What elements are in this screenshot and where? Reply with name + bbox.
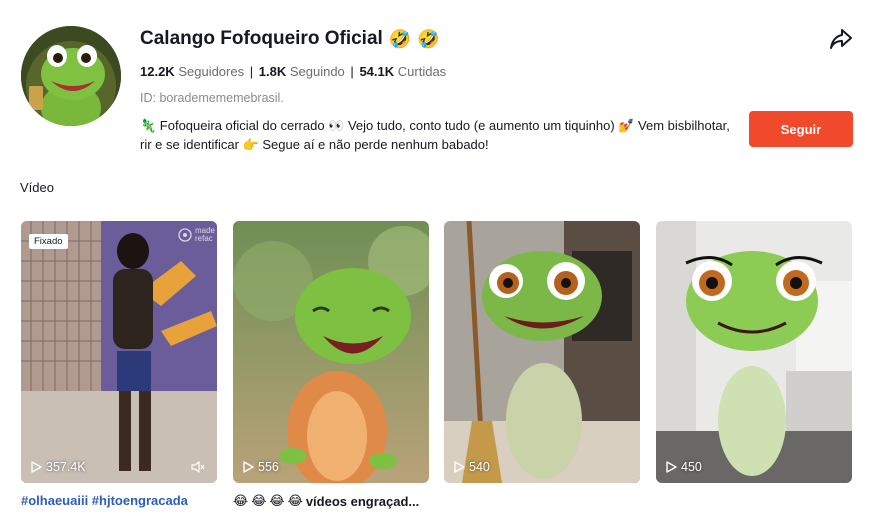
video-thumbnail [21,221,217,483]
rofl-emoji-icon: 🤣 [388,29,412,49]
view-count-text: 540 [469,460,490,474]
video-thumbnail [233,221,429,483]
view-count: 450 [666,460,702,474]
view-count-text: 556 [258,460,279,474]
profile-avatar[interactable] [21,26,121,126]
video-thumbnail [656,221,852,483]
followers-count[interactable]: 12.2K [140,64,175,79]
laughing-emoji-icon: 😂 [287,493,303,508]
view-count: 357.4K [31,460,86,474]
video-thumbnail [444,221,640,483]
profile-display-name: Calango Fofoqueiro Oficial 🤣 🤣 [140,28,440,50]
view-count-text: 357.4K [46,460,86,474]
profile-stats: 12.2K Seguidores | 1.8K Seguindo | 54.1K… [140,64,446,79]
watermark: made refac [178,227,215,243]
watermark-logo-icon [178,228,192,242]
laughing-emoji-icon: 😂 [269,493,285,508]
video-caption-1[interactable]: #olhaeuaiii #hjtoengracada [21,493,188,508]
followers-label[interactable]: Seguidores [178,64,244,79]
section-title-video[interactable]: Vídeo [20,180,54,195]
video-card-4[interactable]: 450 [656,221,852,483]
muted-speaker-icon[interactable] [191,460,205,474]
user-id: ID: borademememebrasil. [140,91,284,105]
stats-separator: | [350,64,354,79]
likes-count: 54.1K [359,64,395,79]
profile-bio: 🦎 Fofoqueira oficial do cerrado 👀 Vejo t… [140,118,730,152]
video-caption-text: vídeos engraçad... [305,493,420,509]
play-icon [666,461,677,473]
display-name-text: Calango Fofoqueiro Oficial [140,28,383,49]
watermark-text: made refac [194,226,215,243]
stats-separator: | [249,64,254,79]
video-card-1[interactable]: Fixado made refac 357.4K [21,221,217,483]
following-count[interactable]: 1.8K [259,64,286,79]
play-icon [31,461,42,473]
view-count-text: 450 [681,460,702,474]
share-arrow-icon [830,29,852,49]
play-icon [243,461,254,473]
view-count: 556 [243,460,279,474]
following-label[interactable]: Seguindo [290,64,345,79]
view-count: 540 [454,460,490,474]
video-card-3[interactable]: 540 [444,221,640,483]
share-button[interactable] [828,26,854,52]
rofl-emoji-icon: 🤣 [417,29,440,49]
video-caption-2[interactable]: 😂 😂 😂 😂 vídeos engraçad... [233,493,419,509]
likes-label: Curtidas [397,64,447,79]
play-icon [454,461,465,473]
follow-button[interactable]: Seguir [749,111,853,147]
video-card-2[interactable]: 556 [233,221,429,483]
laughing-emoji-icon: 😂 [233,493,249,508]
pinned-badge: Fixado [29,234,68,249]
laughing-emoji-icon: 😂 [251,493,267,508]
